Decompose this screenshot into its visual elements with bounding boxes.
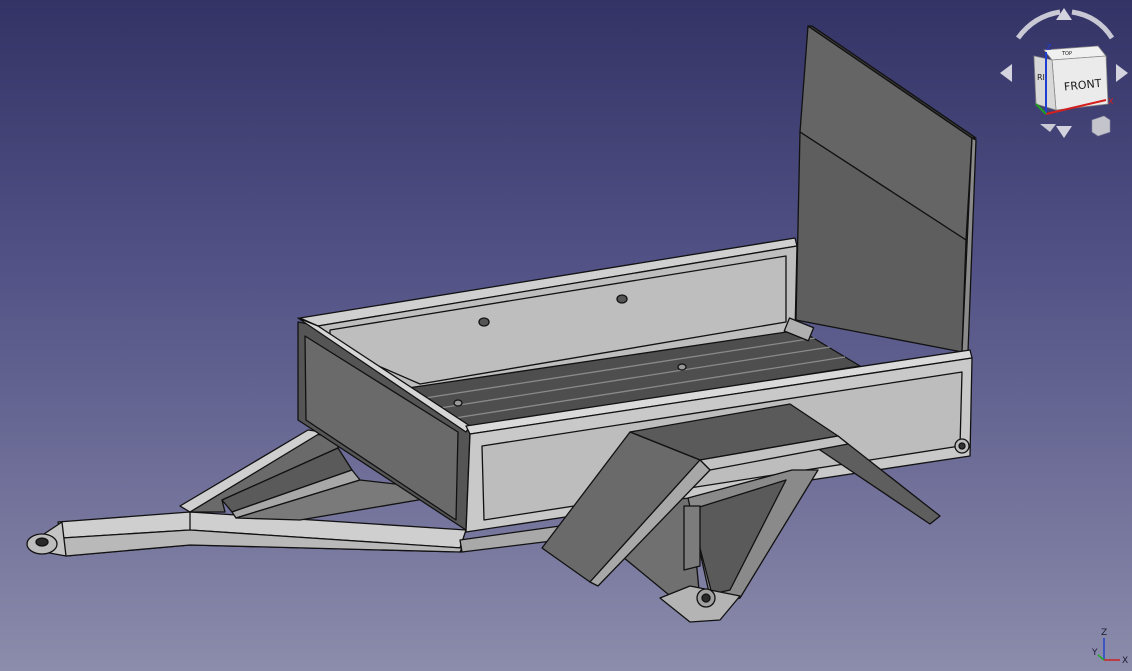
navcube-x-label: X — [1108, 97, 1114, 106]
orbit-right-arrow-icon[interactable] — [1116, 64, 1128, 82]
tailgate[interactable] — [795, 25, 977, 353]
trailer-model[interactable] — [26, 25, 977, 623]
navcube-z-label: Z — [1046, 43, 1052, 52]
rotate-left-arrow-icon[interactable] — [1015, 9, 1061, 40]
axis-indicator: Z X Y — [1091, 628, 1128, 666]
axle-hole — [701, 593, 711, 603]
corner-boss-hole — [958, 442, 966, 450]
axis-y-label: Y — [1091, 648, 1098, 658]
3d-viewport[interactable]: FRONT RI TOP Z X Z X Y — [0, 0, 1132, 671]
navcube-side-label: RI — [1037, 73, 1045, 82]
orbit-down-arrow-icon[interactable] — [1056, 126, 1072, 138]
bolt-1 — [478, 317, 490, 327]
hitch-eye-hole — [35, 537, 49, 547]
axis-z-label: Z — [1101, 628, 1107, 638]
hanger-strut — [683, 505, 701, 571]
navcube-top-label: TOP — [1061, 51, 1072, 57]
floor-bolt-1 — [453, 399, 463, 407]
orbit-left-arrow-icon[interactable] — [1000, 64, 1012, 82]
floor-bolt-2 — [677, 363, 687, 371]
rotate-right-arrow-icon[interactable] — [1071, 9, 1115, 40]
view-menu-cube-icon[interactable] — [1091, 115, 1111, 137]
bolt-2 — [616, 294, 628, 304]
axis-y-line — [1097, 654, 1105, 661]
axis-x-label: X — [1122, 656, 1128, 666]
navigation-cube[interactable]: FRONT RI TOP Z X — [1000, 8, 1128, 138]
navcube-corner-down-arrow-icon[interactable] — [1040, 124, 1056, 132]
